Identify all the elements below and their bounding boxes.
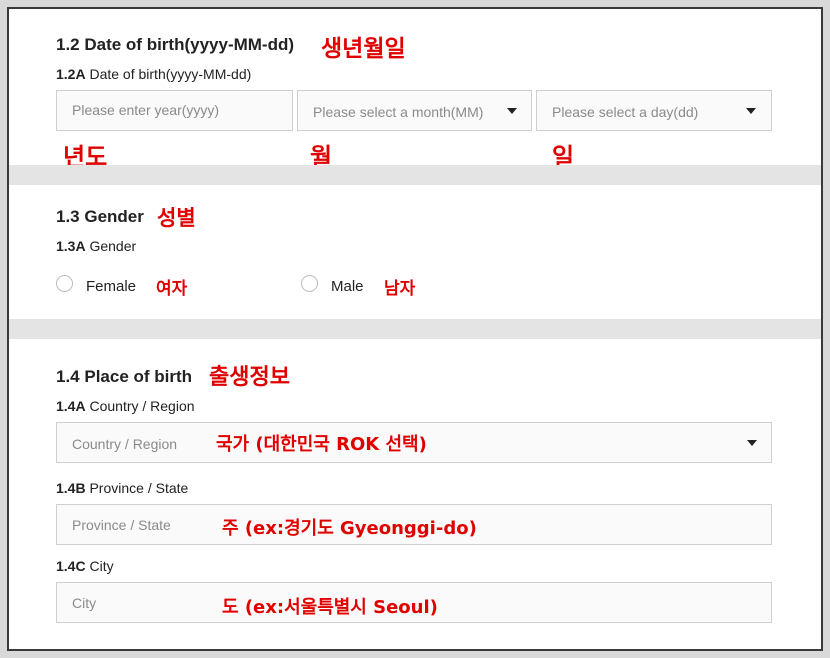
gender-section: 1.3 Gender 성별 1.3A Gender Female 여자 Male… — [9, 185, 821, 319]
province-placeholder: Province / State — [72, 517, 171, 533]
city-field-label: 1.4C City — [56, 558, 114, 574]
chevron-down-icon — [507, 108, 517, 114]
gender-title-annotation: 성별 — [157, 206, 196, 230]
male-annotation: 남자 — [384, 279, 416, 299]
province-annotation: 주 (ex:경기도 Gyeonggi-do) — [222, 518, 477, 539]
chevron-down-icon — [746, 108, 756, 114]
month-placeholder: Please select a month(MM) — [313, 104, 484, 120]
year-input[interactable]: Please enter year(yyyy) — [56, 90, 293, 131]
male-radio[interactable] — [301, 275, 318, 292]
gender-section-title: 1.3 Gender — [56, 207, 144, 226]
city-annotation: 도 (ex:서울특별시 Seoul) — [222, 597, 438, 618]
country-annotation: 국가 (대한민국 ROK 선택) — [216, 434, 427, 455]
province-field-code: 1.4B — [56, 480, 86, 496]
birth-field-text: Date of birth(yyyy-MM-dd) — [89, 66, 252, 82]
section-divider — [9, 319, 821, 339]
female-radio[interactable] — [56, 275, 73, 292]
place-section: 1.4 Place of birth 출생정보 1.4A Country / R… — [9, 339, 821, 649]
city-field-code: 1.4C — [56, 558, 86, 574]
section-divider — [9, 165, 821, 185]
place-title-annotation: 출생정보 — [209, 365, 290, 390]
male-label[interactable]: Male — [331, 278, 364, 295]
city-field-text: City — [89, 558, 114, 574]
birth-section: 1.2 Date of birth(yyyy-MM-dd) 생년월일 1.2A … — [9, 9, 821, 171]
province-field-label: 1.4B Province / State — [56, 480, 188, 496]
month-select[interactable]: Please select a month(MM) — [297, 90, 532, 131]
female-annotation: 여자 — [156, 279, 188, 299]
country-field-text: Country / Region — [89, 398, 195, 414]
year-placeholder: Please enter year(yyyy) — [72, 102, 220, 118]
country-field-label: 1.4A Country / Region — [56, 398, 195, 414]
gender-field-text: Gender — [89, 238, 137, 254]
country-field-code: 1.4A — [56, 398, 86, 414]
day-select[interactable]: Please select a day(dd) — [536, 90, 772, 131]
birth-title-annotation: 생년월일 — [321, 36, 406, 62]
place-section-title: 1.4 Place of birth — [56, 367, 193, 386]
birth-section-title: 1.2 Date of birth(yyyy-MM-dd) — [56, 35, 295, 54]
birth-field-label: 1.2A Date of birth(yyyy-MM-dd) — [56, 66, 251, 82]
gender-field-code: 1.3A — [56, 238, 86, 254]
province-field-text: Province / State — [89, 480, 189, 496]
birth-field-code: 1.2A — [56, 66, 86, 82]
country-placeholder: Country / Region — [72, 436, 178, 452]
chevron-down-icon — [747, 440, 757, 446]
female-label[interactable]: Female — [86, 278, 136, 295]
day-placeholder: Please select a day(dd) — [552, 104, 699, 120]
city-placeholder: City — [72, 595, 97, 611]
gender-field-label: 1.3A Gender — [56, 238, 136, 254]
form-frame: 1.2 Date of birth(yyyy-MM-dd) 생년월일 1.2A … — [7, 7, 823, 651]
